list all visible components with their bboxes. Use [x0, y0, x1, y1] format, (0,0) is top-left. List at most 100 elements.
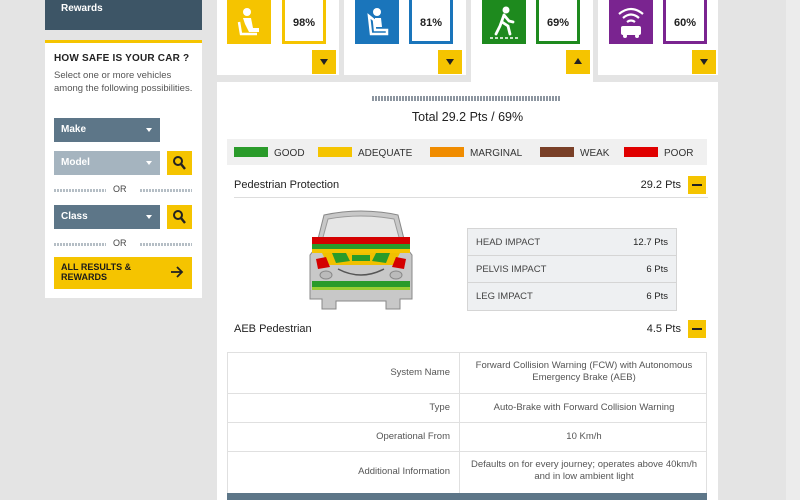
- legend-label: POOR: [664, 148, 694, 159]
- aeb-row-system-name: System Name Forward Collision Warning (F…: [228, 353, 706, 394]
- collapse-button[interactable]: [688, 176, 706, 194]
- child-occupant-expand-button[interactable]: [438, 50, 462, 74]
- arrow-right-icon: [171, 266, 184, 278]
- chevron-down-icon: [700, 59, 708, 65]
- impact-value: 6 Pts: [646, 291, 668, 302]
- chevron-down-icon: [446, 59, 454, 65]
- safety-assist-icon: [609, 0, 653, 44]
- class-search-button[interactable]: [167, 205, 192, 229]
- vulnerable-road-users-panel: Total 29.2 Pts / 69% GOOD ADEQUATE MARGI…: [217, 82, 718, 500]
- pedestrian-protection-row: Pedestrian Protection 29.2 Pts: [234, 174, 708, 198]
- impact-label: LEG IMPACT: [476, 291, 533, 302]
- car-impact-diagram: [302, 207, 420, 312]
- legend-label: MARGINAL: [470, 148, 523, 159]
- aeb-pedestrian-label: AEB Pedestrian: [234, 323, 312, 335]
- legend-swatch: [624, 147, 658, 157]
- or-divider: OR: [54, 238, 192, 250]
- aeb-value: Auto-Brake with Forward Collision Warnin…: [459, 394, 708, 422]
- pedestrian-icon: [482, 0, 526, 44]
- make-select[interactable]: Make: [54, 118, 160, 142]
- safety-assist-percent: 60%: [663, 0, 707, 44]
- decorative-dotted-line: [372, 96, 560, 101]
- aeb-value: 10 Km/h: [459, 423, 708, 451]
- adult-occupant-percent: 98%: [282, 0, 326, 44]
- chevron-down-icon: [320, 59, 328, 65]
- legend-label: WEAK: [580, 148, 610, 159]
- dashed-line: [140, 189, 192, 192]
- panel-footer-bar: [227, 493, 707, 500]
- impact-row-head: HEAD IMPACT 12.7 Pts: [468, 229, 676, 256]
- dashed-line: [54, 243, 106, 246]
- child-seat-icon: [355, 0, 399, 44]
- legend-marginal: MARGINAL: [430, 147, 522, 159]
- search-icon: [173, 210, 186, 224]
- aeb-value: Defaults on for every journey; operates …: [459, 452, 708, 494]
- legend-good: GOOD: [234, 147, 305, 159]
- legend-weak: WEAK: [540, 147, 609, 159]
- impact-row-leg: LEG IMPACT 6 Pts: [468, 283, 676, 310]
- impact-label: HEAD IMPACT: [476, 237, 541, 248]
- impact-row-pelvis: PELVIS IMPACT 6 Pts: [468, 256, 676, 283]
- tile-vulnerable-road-users: 69%: [471, 0, 593, 82]
- rewards-link[interactable]: Rewards: [45, 0, 202, 30]
- chevron-down-icon: [146, 161, 152, 165]
- legend-poor: POOR: [624, 147, 693, 159]
- vulnerable-road-users-collapse-button[interactable]: [566, 50, 590, 74]
- total-score: Total 29.2 Pts / 69%: [411, 110, 524, 124]
- aeb-row-additional-information: Additional Information Defaults on for e…: [228, 452, 706, 494]
- legend-label: GOOD: [274, 148, 305, 159]
- or-label: OR: [113, 238, 127, 248]
- dashed-line: [54, 189, 106, 192]
- chevron-down-icon: [146, 128, 152, 132]
- model-select[interactable]: Model: [54, 151, 160, 175]
- chevron-down-icon: [146, 215, 152, 219]
- adult-occupant-icon: [227, 0, 271, 44]
- vulnerable-road-users-percent: 69%: [536, 0, 580, 44]
- legend-swatch: [318, 147, 352, 157]
- rewards-label: Rewards: [61, 3, 103, 14]
- aeb-key: System Name: [390, 367, 450, 378]
- impact-value: 12.7 Pts: [633, 237, 668, 248]
- child-occupant-percent: 81%: [409, 0, 453, 44]
- or-label: OR: [113, 184, 127, 194]
- class-select-label: Class: [61, 211, 88, 222]
- aeb-pedestrian-points: 4.5 Pts: [646, 323, 681, 335]
- all-results-label: ALL RESULTS & REWARDS: [61, 262, 132, 282]
- class-select[interactable]: Class: [54, 205, 160, 229]
- aeb-row-type: Type Auto-Brake with Forward Collision W…: [228, 394, 706, 423]
- pedestrian-protection-points: 29.2 Pts: [640, 179, 681, 191]
- all-results-button[interactable]: ALL RESULTS & REWARDS: [54, 257, 192, 289]
- adult-occupant-expand-button[interactable]: [312, 50, 336, 74]
- aeb-value: Forward Collision Warning (FCW) with Aut…: [459, 353, 708, 393]
- tile-adult-occupant: 98%: [217, 0, 339, 75]
- how-safe-panel: HOW SAFE IS YOUR CAR ? Select one or mor…: [45, 40, 202, 298]
- aeb-row-operational-from: Operational From 10 Km/h: [228, 423, 706, 452]
- aeb-key: Operational From: [376, 431, 450, 442]
- tile-safety-assist: 60%: [598, 0, 718, 75]
- collapse-button[interactable]: [688, 320, 706, 338]
- legend-swatch: [430, 147, 464, 157]
- make-select-label: Make: [61, 124, 87, 135]
- legend-swatch: [540, 147, 574, 157]
- how-safe-title: HOW SAFE IS YOUR CAR ?: [54, 53, 190, 64]
- dashed-line: [140, 243, 192, 246]
- aeb-details-table: System Name Forward Collision Warning (F…: [227, 352, 707, 495]
- legend-label: ADEQUATE: [358, 148, 413, 159]
- aeb-key: Type: [429, 402, 450, 413]
- chevron-up-icon: [574, 58, 582, 64]
- legend-adequate: ADEQUATE: [318, 147, 412, 159]
- search-icon: [173, 156, 186, 170]
- model-search-button[interactable]: [167, 151, 192, 175]
- or-divider: OR: [54, 184, 192, 196]
- how-safe-description: Select one or more vehicles among the fo…: [54, 70, 193, 94]
- safety-assist-expand-button[interactable]: [692, 50, 716, 74]
- impact-table: HEAD IMPACT 12.7 Pts PELVIS IMPACT 6 Pts…: [467, 228, 677, 311]
- impact-value: 6 Pts: [646, 264, 668, 275]
- rating-legend: GOOD ADEQUATE MARGINAL WEAK POOR: [227, 139, 707, 165]
- pedestrian-protection-label: Pedestrian Protection: [234, 179, 340, 191]
- tile-child-occupant: 81%: [344, 0, 466, 75]
- aeb-pedestrian-row: AEB Pedestrian 4.5 Pts: [234, 318, 708, 342]
- aeb-key: Additional Information: [358, 466, 450, 477]
- impact-label: PELVIS IMPACT: [476, 264, 547, 275]
- scrollbar[interactable]: [786, 0, 800, 500]
